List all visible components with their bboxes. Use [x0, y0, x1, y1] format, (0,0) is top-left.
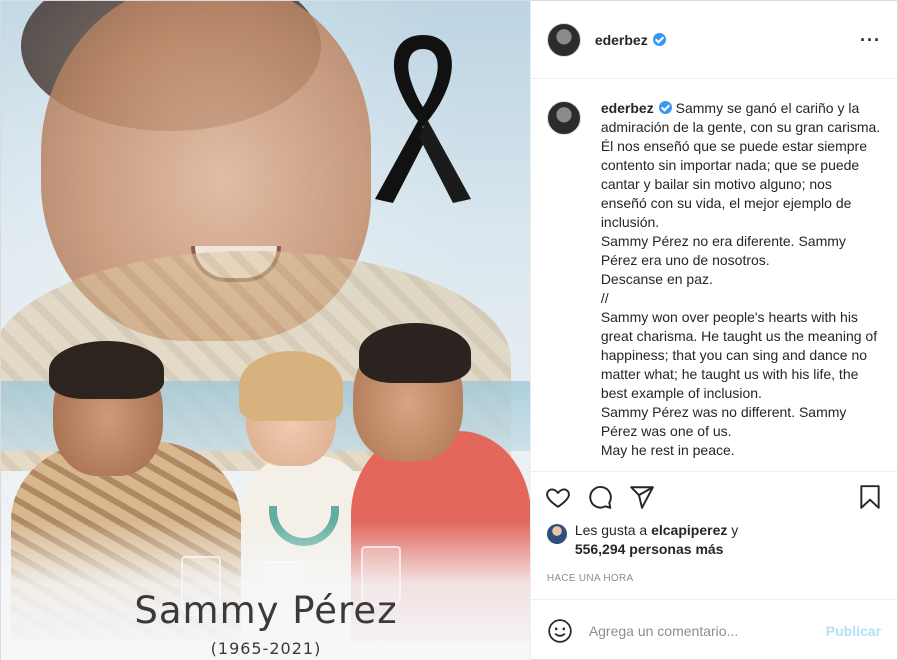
post-timestamp[interactable]: HACE UNA HORA [531, 559, 897, 598]
share-icon[interactable] [629, 484, 655, 510]
likes-count[interactable]: 556,294 personas más [575, 541, 724, 557]
instagram-post: Sammy Pérez (1965-2021) ederbez ··· eder… [0, 0, 898, 660]
author-avatar[interactable] [546, 22, 581, 57]
author-username[interactable]: ederbez [595, 32, 666, 48]
person-right-hair [359, 323, 471, 383]
verified-badge-icon [652, 32, 666, 46]
memorial-name: Sammy Pérez [134, 589, 398, 632]
likes-summary: Les gusta a elcapiperez y 556,294 persona… [531, 521, 897, 559]
publish-button[interactable]: Publicar [826, 623, 881, 639]
post-header: ederbez ··· [530, 1, 897, 79]
comments-area[interactable]: ederbez Sammy se ganó el cariño y la adm… [531, 79, 897, 471]
caption-username[interactable]: ederbez [601, 100, 672, 116]
comment-input[interactable] [588, 622, 826, 639]
girl-hair [239, 351, 343, 421]
add-comment-bar: Publicar [530, 599, 897, 660]
emoji-icon[interactable] [547, 618, 573, 644]
caption-username-text[interactable]: ederbez [601, 100, 654, 116]
verified-badge-icon [658, 101, 672, 114]
more-horizontal-icon[interactable]: ··· [860, 31, 881, 49]
author-username-text[interactable]: ederbez [595, 32, 648, 48]
person-left-hair [49, 341, 164, 399]
caption-text: Sammy se ganó el cariño y la admiración … [600, 100, 881, 458]
mourning-ribbon-icon [375, 35, 471, 203]
liker-username[interactable]: elcapiperez [651, 522, 727, 538]
heart-icon[interactable] [545, 484, 571, 510]
post-side-panel: ederbez ··· ederbez Sammy se ganó el car… [529, 1, 897, 660]
post-image[interactable]: Sammy Pérez (1965-2021) [1, 1, 530, 660]
bookmark-icon[interactable] [857, 484, 883, 510]
caption-text-block: ederbez Sammy se ganó el cariño y la adm… [601, 99, 881, 471]
likes-prefix: Les gusta a [574, 522, 652, 538]
likes-connector: y [727, 522, 739, 538]
likes-text: Les gusta a elcapiperez y 556,294 persona… [575, 521, 738, 559]
memorial-years: (1965-2021) [210, 639, 322, 658]
action-bar [530, 471, 897, 521]
liker-avatar[interactable] [546, 524, 567, 544]
comment-icon[interactable] [587, 484, 613, 510]
caption-author-avatar[interactable] [546, 101, 581, 135]
